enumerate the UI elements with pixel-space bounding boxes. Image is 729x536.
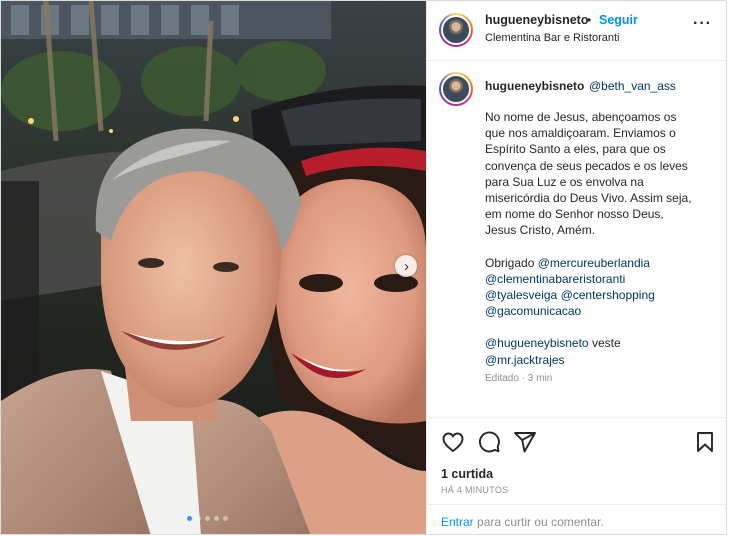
post-photo[interactable]: › — [1, 1, 426, 534]
separator-dot: • — [587, 13, 592, 27]
caption-line: que nos amaldiçoaram. Enviamos o — [485, 126, 676, 141]
carousel-dot — [223, 516, 228, 521]
more-options-icon[interactable]: ··· — [693, 15, 712, 33]
chevron-right-icon: › — [404, 257, 409, 275]
mention-link[interactable]: @hugueneybisneto — [485, 336, 589, 350]
caption-line: Espírito Santo a eles, para que os — [485, 142, 666, 157]
follow-button[interactable]: Seguir — [599, 13, 638, 27]
edited-label: Editado · 3 min — [485, 373, 553, 384]
mention-link[interactable]: @tyalesveiga — [485, 288, 557, 302]
selfie-image — [1, 1, 426, 534]
avatar[interactable] — [439, 13, 473, 47]
carousel-dot — [205, 516, 210, 521]
carousel-dot — [214, 516, 219, 521]
carousel-next-button[interactable]: › — [395, 255, 417, 277]
comment-prompt: para curtir ou comentar. — [477, 515, 604, 529]
location-link[interactable]: Clementina Bar e Ristoranti — [485, 32, 620, 44]
post-sidebar: hugueneybisneto • Seguir Clementina Bar … — [426, 1, 726, 534]
carousel-dot — [196, 516, 201, 521]
caption-line: Jesus Cristo, Amém. — [485, 223, 596, 238]
mention-link[interactable]: @centershopping — [561, 288, 655, 302]
action-bar — [427, 417, 726, 462]
caption-line: No nome de Jesus, abençoamos os — [485, 110, 677, 124]
carousel-dot — [187, 516, 192, 521]
caption-line: para Sua Luz e os envolva na — [485, 174, 644, 189]
login-link[interactable]: Entrar — [441, 515, 474, 529]
caption-mention[interactable]: @beth_van_ass — [589, 79, 676, 93]
caption-line: convença de seus pecados e os leves — [485, 158, 688, 173]
post-timestamp[interactable]: HÁ 4 MINUTOS — [441, 485, 508, 495]
avatar[interactable] — [439, 72, 473, 106]
instagram-post: › hugueneybisneto • Seguir Clementina Ba… — [0, 0, 727, 535]
comment-icon[interactable] — [477, 430, 501, 454]
heart-icon[interactable] — [441, 430, 465, 454]
caption-line: misericórdia do Deus Vivo. Assim seja, — [485, 191, 692, 206]
bookmark-icon[interactable] — [693, 430, 717, 454]
carousel-indicator — [187, 516, 228, 521]
like-count[interactable]: 1 curtida — [441, 467, 493, 481]
thanks-text: Obrigado — [485, 255, 535, 270]
caption-username[interactable]: hugueneybisneto — [485, 79, 584, 93]
caption-text: No nome de Jesus, abençoamos os que nos … — [485, 109, 717, 368]
comment-bar: Entrar para curtir ou comentar. — [427, 504, 726, 534]
mention-link[interactable]: @clementinabareristoranti — [485, 272, 625, 286]
wear-text: veste — [591, 336, 621, 351]
mention-link[interactable]: @mr.jacktrajes — [485, 353, 565, 367]
caption: hugueneybisneto @beth_van_ass No nome de… — [427, 62, 726, 417]
caption-line: em nome do Senhor nosso Deus, — [485, 207, 664, 222]
mention-link[interactable]: @gacomunicacao — [485, 304, 581, 318]
share-icon[interactable] — [513, 430, 537, 454]
mention-link[interactable]: @mercureuberlandia — [538, 256, 650, 270]
post-header: hugueneybisneto • Seguir Clementina Bar … — [427, 1, 726, 61]
header-username[interactable]: hugueneybisneto — [485, 13, 588, 27]
